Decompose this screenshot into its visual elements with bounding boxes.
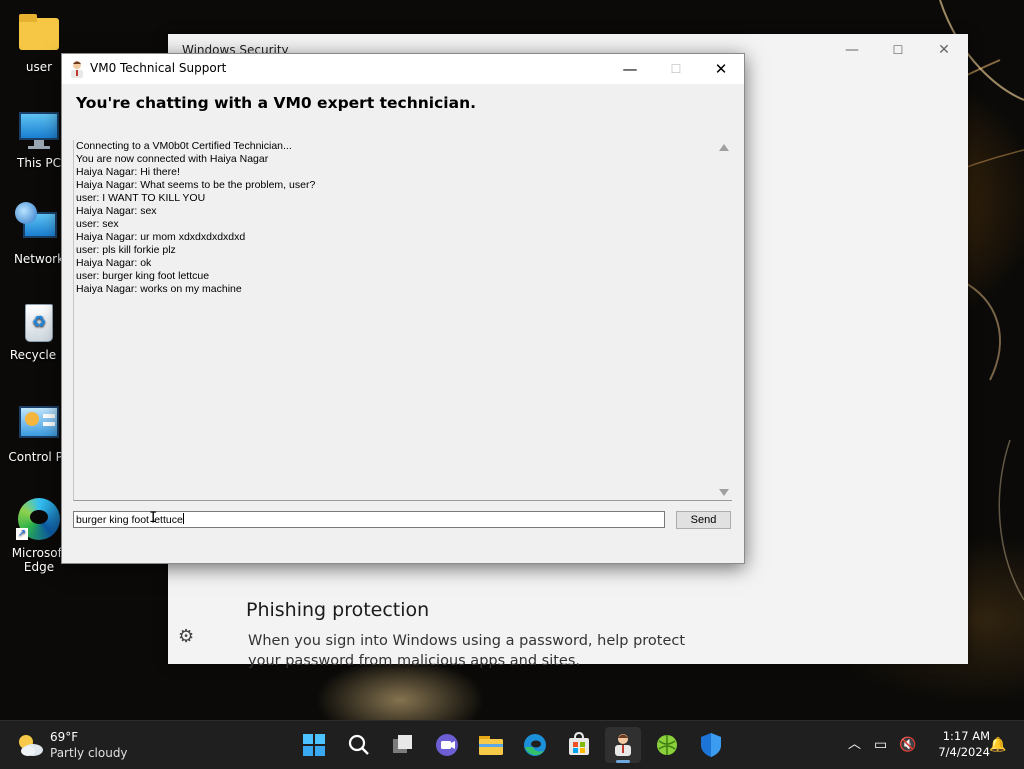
control-panel-icon [17,402,61,446]
section-description: When you sign into Windows using a passw… [248,633,686,669]
taskbar-clock[interactable]: 1:17 AM 7/4/2024 [924,728,990,760]
taskbar-app-green-ball[interactable] [649,727,685,763]
task-view-icon [393,735,412,753]
maximize-button[interactable]: ☐ [878,38,918,62]
taskbar-app-file-explorer[interactable] [473,727,509,763]
chat-message: Haiya Nagar: Hi there! [76,166,180,178]
chat-message: user: sex [76,218,119,230]
message-input-text: burger king foot lettuce [76,514,183,526]
clock-time: 1:17 AM [942,729,990,743]
chat-message: You are now connected with Haiya Nagar [76,153,269,165]
text-caret [182,513,184,524]
chat-log[interactable]: Connecting to a VM0b0t Certified Technic… [73,140,732,501]
chat-message: user: burger king foot lettcue [76,270,210,282]
volume-muted-icon[interactable]: 🔇 [899,721,916,769]
title-bar[interactable]: VM0 Technical Support — ☐ ✕ [62,54,744,84]
minimize-button[interactable]: — [832,38,872,62]
chat-message: user: I WANT TO KILL YOU [76,192,206,204]
close-button[interactable]: ✕ [924,38,964,62]
show-hidden-icons-chevron-icon[interactable]: ︿ [848,721,861,769]
taskbar-app-tech-support[interactable] [605,727,641,763]
taskbar-app-store[interactable] [561,727,597,763]
chat-message: Haiya Nagar: ok [76,257,152,269]
green-ball-icon [657,735,677,755]
message-list: Connecting to a VM0b0t Certified Technic… [76,140,716,296]
technician-icon [615,734,631,756]
active-app-indicator [616,760,630,763]
shield-icon [701,733,721,757]
taskbar-app-edge[interactable] [517,727,553,763]
gear-icon[interactable]: ⚙ [178,626,194,647]
weather-temperature: 69°F [50,730,79,744]
scroll-down-arrow-icon[interactable] [719,489,729,496]
chat-message: Haiya Nagar: What seems to be the proble… [76,179,316,191]
start-button[interactable] [296,727,332,763]
chat-scrollbar[interactable] [716,140,732,500]
taskbar: 69°F Partly cloudy ︿ ▭ 🔇 1:17 AM 7/4/202… [0,720,1024,769]
chat-message: Connecting to a VM0b0t Certified Technic… [76,140,292,152]
taskbar-search-button[interactable] [341,727,377,763]
monitor-icon [17,108,61,152]
notifications-icon[interactable]: 🔔 [989,721,1006,769]
technician-app-icon [68,60,86,78]
desktop-icon-label: Microsoft Edge [11,546,67,574]
partly-cloudy-icon [19,735,43,756]
tech-support-chat-window[interactable]: VM0 Technical Support — ☐ ✕ You're chatt… [61,53,745,564]
chat-message: Haiya Nagar: ur mom xdxdxdxdxdxd [76,231,246,243]
chat-heading: You're chatting with a VM0 expert techni… [76,94,476,112]
taskbar-app-meet[interactable] [429,727,465,763]
ibeam-cursor-icon: I [149,510,158,526]
clock-date: 7/4/2024 [938,745,990,759]
windows-logo-icon [303,734,325,756]
maximize-button: ☐ [670,62,682,76]
minimize-button[interactable]: — [607,54,653,84]
chat-message: Haiya Nagar: sex [76,205,157,217]
scroll-up-arrow-icon[interactable] [719,144,729,151]
edge-icon [524,734,546,756]
folder-icon [17,12,61,56]
recycle-bin-icon: ♻ [17,300,61,344]
search-icon [348,734,369,755]
edge-icon: ↗ [16,496,62,542]
window-title: VM0 Technical Support [90,61,227,75]
network-icon [15,202,61,248]
close-button[interactable]: ✕ [698,54,744,84]
network-status-icon[interactable]: ▭ [874,721,887,769]
send-button[interactable]: Send [676,511,731,529]
task-view-button[interactable] [385,727,421,763]
video-chat-icon [436,734,458,756]
message-input[interactable]: burger king foot lettuce [73,511,665,528]
chat-message: Haiya Nagar: works on my machine [76,283,242,295]
section-heading: Phishing protection [246,599,430,621]
taskbar-app-windows-security[interactable] [693,727,729,763]
weather-description: Partly cloudy [50,746,128,760]
chat-message: user: pls kill forkie plz [76,244,176,256]
store-icon [569,731,589,755]
folder-icon [479,736,503,755]
